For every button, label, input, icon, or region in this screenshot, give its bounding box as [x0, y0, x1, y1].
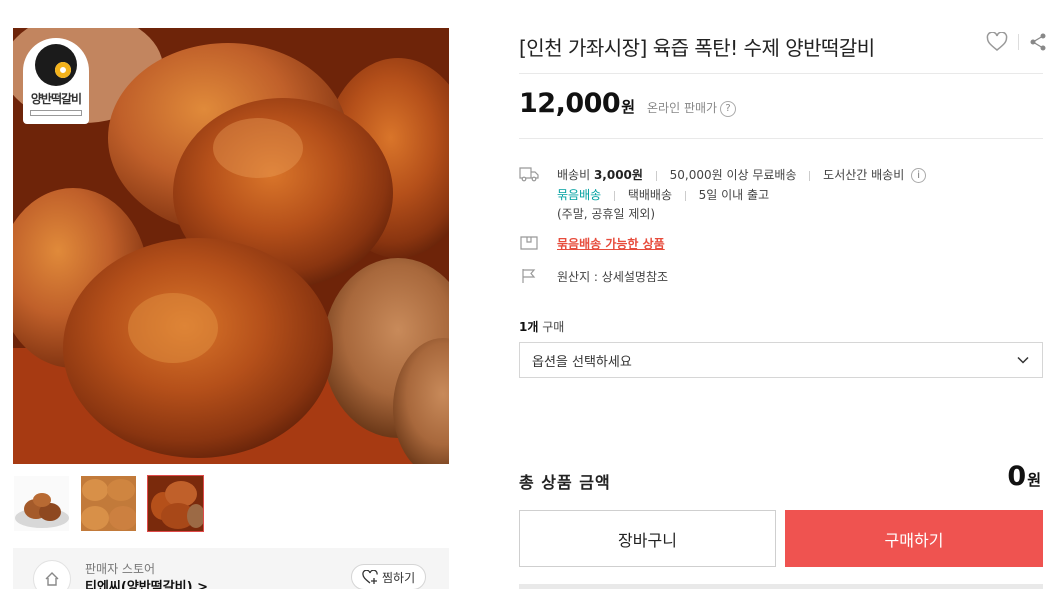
title-actions — [986, 32, 1047, 52]
delivery-fee-line: 배송비 3,000원 50,000원 이상 무료배송 도서산간 배송비 i — [557, 166, 927, 183]
courier-type: 택배배송 — [627, 188, 672, 202]
truck-icon — [519, 167, 539, 182]
delivery-type-line: 묶음배송 택배배송 5일 이내 출고 — [557, 186, 769, 203]
delivery-fee-value: 3,000원 — [593, 168, 643, 182]
thumbnail-list — [13, 475, 204, 532]
total-price: 0 원 — [1007, 461, 1041, 492]
price-unit: 원 — [621, 98, 636, 116]
price-row: 12,000 원 온라인 판매가 ? — [519, 88, 737, 119]
share-icon[interactable] — [1029, 32, 1047, 52]
thumbnail-2[interactable] — [80, 475, 137, 532]
island-shipping-fee: 도서산간 배송비 — [823, 168, 905, 182]
chevron-down-icon — [1017, 356, 1029, 364]
total-price-unit: 원 — [1027, 471, 1041, 489]
brand-logo: 양반떡갈비 — [23, 38, 89, 124]
flag-icon — [522, 269, 536, 283]
quantity-count: 1개 — [519, 320, 539, 334]
heart-plus-icon — [362, 570, 378, 584]
product-title: [인천 가좌시장] 육즙 폭탄! 수제 양반떡갈비 — [519, 36, 875, 60]
total-price-label: 총 상품 금액 — [519, 473, 611, 492]
info-icon[interactable]: i — [911, 168, 927, 183]
quantity-label: 1개 구매 — [519, 318, 564, 335]
brand-logo-text: 양반떡갈비 — [30, 92, 82, 106]
seller-store-box: 판매자 스토어 티엔씨(양반떡갈비) > 찜하기 — [13, 548, 449, 589]
buy-now-button[interactable]: 구매하기 — [785, 510, 1043, 567]
add-to-cart-button[interactable]: 장바구니 — [519, 510, 776, 567]
logo-mark-icon — [35, 44, 77, 86]
seller-name-link[interactable]: 티엔씨(양반떡갈비) > — [85, 576, 208, 589]
box-icon — [520, 236, 538, 250]
follow-button[interactable]: 찜하기 — [351, 564, 427, 589]
quantity-word: 구매 — [542, 320, 565, 334]
free-shipping-condition: 50,000원 이상 무료배송 — [669, 168, 797, 182]
home-icon[interactable] — [33, 560, 71, 589]
main-product-image: 양반떡갈비 — [13, 28, 449, 464]
bundle-shipping-tag: 묶음배송 — [557, 188, 602, 202]
total-price-value: 0 — [1007, 461, 1027, 492]
heart-icon[interactable] — [986, 32, 1008, 52]
ship-exclusion: (주말, 공휴일 제외) — [557, 207, 656, 221]
help-icon[interactable]: ? — [720, 100, 737, 117]
follow-label: 찜하기 — [382, 570, 416, 585]
origin-info: 원산지 : 상세설명참조 — [557, 270, 669, 284]
thumbnail-1[interactable] — [13, 475, 70, 532]
price-note: 온라인 판매가 — [647, 101, 718, 115]
ship-time: 5일 이내 출고 — [698, 188, 770, 202]
option-placeholder: 옵션을 선택하세요 — [532, 354, 632, 370]
option-select[interactable]: 옵션을 선택하세요 — [519, 342, 1043, 378]
thumbnail-3[interactable] — [147, 475, 204, 532]
price-value: 12,000 — [519, 88, 621, 119]
delivery-fee-label: 배송비 — [557, 168, 591, 182]
seller-store-label: 판매자 스토어 — [85, 562, 156, 576]
bundle-products-link[interactable]: 묶음배송 가능한 상품 — [557, 237, 665, 251]
